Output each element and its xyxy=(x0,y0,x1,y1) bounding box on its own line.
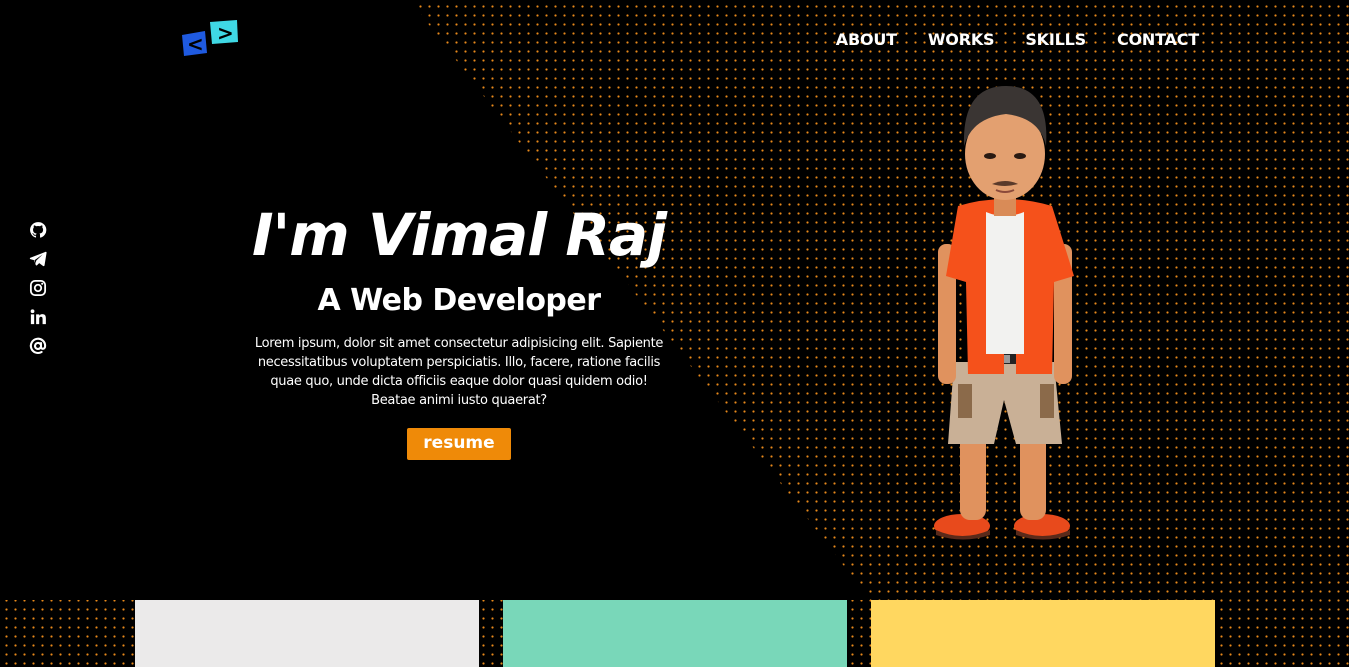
main-nav: ABOUT WORKS SKILLS CONTACT xyxy=(836,30,1199,49)
nav-skills[interactable]: SKILLS xyxy=(1025,30,1086,49)
hero-subtitle: A Web Developer xyxy=(317,283,601,318)
social-links xyxy=(29,221,47,355)
github-icon[interactable] xyxy=(29,221,47,239)
instagram-icon[interactable] xyxy=(29,279,47,297)
card-teal[interactable] xyxy=(503,600,847,667)
email-at-icon[interactable] xyxy=(29,337,47,355)
card-yellow[interactable] xyxy=(871,600,1215,667)
telegram-icon[interactable] xyxy=(29,250,47,268)
code-brackets-logo-icon[interactable]: < > xyxy=(180,18,240,58)
hero-section: I'm Vimal Raj A Web Developer Lorem ipsu… xyxy=(238,196,680,460)
hero-description: Lorem ipsum, dolor sit amet consectetur … xyxy=(254,336,664,408)
nav-about[interactable]: ABOUT xyxy=(836,30,897,49)
logo-right-glyph: > xyxy=(217,21,234,45)
card-gray[interactable] xyxy=(135,600,479,667)
nav-works[interactable]: WORKS xyxy=(928,30,995,49)
nav-contact[interactable]: CONTACT xyxy=(1117,30,1199,49)
linkedin-icon[interactable] xyxy=(29,308,47,326)
logo-left-glyph: < xyxy=(187,32,204,56)
resume-button[interactable]: resume xyxy=(407,428,511,460)
page: < > ABOUT WORKS SKILLS CONTACT I'm Vimal… xyxy=(0,0,1349,667)
cartoon-avatar-illustration xyxy=(934,86,1074,540)
feature-cards xyxy=(135,600,1215,667)
hero-title: I'm Vimal Raj xyxy=(251,201,667,269)
